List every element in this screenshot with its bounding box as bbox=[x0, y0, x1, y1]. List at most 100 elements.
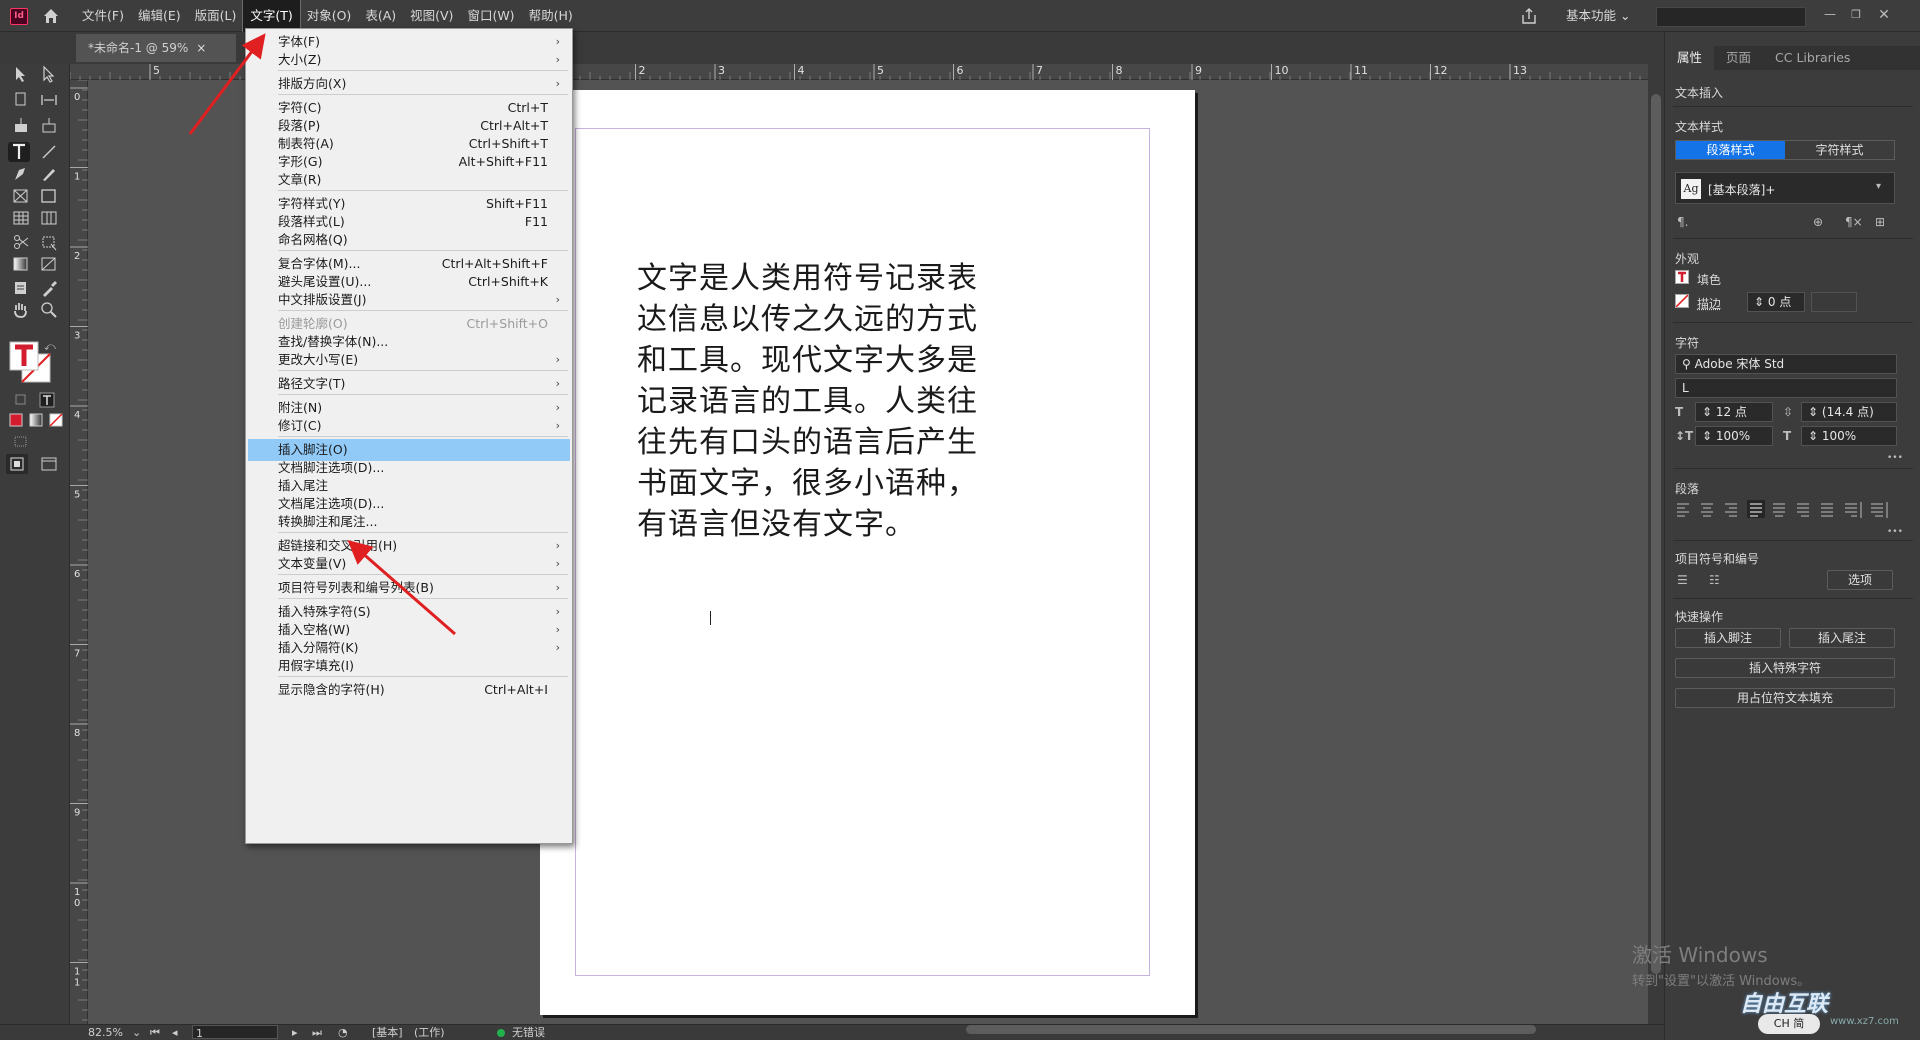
placeholder-fill-button[interactable]: 用占位符文本填充 bbox=[1675, 688, 1895, 708]
content-collector-icon[interactable] bbox=[10, 116, 32, 136]
menu-item[interactable]: 用假字填充(I) bbox=[248, 655, 570, 677]
share-icon[interactable] bbox=[1520, 7, 1538, 25]
menu-item[interactable]: 转换脚注和尾注... bbox=[248, 511, 570, 533]
close-window-icon[interactable]: ✕ bbox=[1876, 7, 1892, 23]
stroke-weight-field[interactable]: ⇕ 0 点 bbox=[1747, 292, 1805, 312]
text-frame[interactable]: 文字是人类用符号记录表 达信息以传之久远的方式 和工具。现代文字大多是 记录语言… bbox=[637, 258, 1057, 545]
close-icon[interactable]: × bbox=[196, 41, 206, 55]
gap-tool-icon[interactable] bbox=[38, 90, 60, 110]
free-transform-tool-icon[interactable] bbox=[38, 232, 60, 252]
hand-tool-icon[interactable] bbox=[10, 300, 32, 320]
formatting-container-icon[interactable] bbox=[10, 390, 32, 410]
menu-item[interactable]: 修订(C) › bbox=[248, 415, 570, 437]
eyedropper-tool-icon[interactable] bbox=[38, 278, 60, 298]
restore-icon[interactable]: ❐ bbox=[1848, 7, 1864, 23]
stepper-icon[interactable]: ⇕ bbox=[1808, 405, 1818, 419]
fill-swatch-icon[interactable] bbox=[1675, 270, 1689, 284]
menu-item[interactable]: 大小(Z) › bbox=[248, 49, 570, 71]
clear-overrides-icon[interactable]: ¶× bbox=[1845, 214, 1863, 230]
edit-contents-icon[interactable] bbox=[10, 432, 32, 452]
type-tool-icon[interactable] bbox=[8, 142, 30, 162]
apply-gradient-icon[interactable] bbox=[26, 410, 48, 430]
tab-properties[interactable]: 属性 bbox=[1665, 46, 1715, 70]
menu-layout[interactable]: 版面(L) bbox=[188, 0, 244, 32]
horizontal-scroll-thumb[interactable] bbox=[966, 1025, 1536, 1034]
formatting-text-icon[interactable] bbox=[36, 390, 58, 410]
ime-indicator[interactable]: CH 简 bbox=[1758, 1014, 1820, 1034]
vertical-scrollbar[interactable] bbox=[1648, 64, 1664, 1024]
selection-tool-icon[interactable] bbox=[10, 64, 32, 84]
paragraph-styles-toggle[interactable]: 段落样式 bbox=[1676, 141, 1785, 159]
preflight-errors[interactable]: 无错误 bbox=[512, 1025, 545, 1040]
pen-tool-icon[interactable] bbox=[10, 164, 32, 184]
menu-edit[interactable]: 编辑(E) bbox=[131, 0, 188, 32]
stroke-label[interactable]: 描边 bbox=[1697, 295, 1721, 312]
rectangle-frame-tool-icon[interactable] bbox=[10, 186, 32, 206]
font-family-select[interactable]: ⚲ Adobe 宋体 Std bbox=[1675, 354, 1897, 374]
menu-item[interactable]: 命名网格(Q) bbox=[248, 229, 570, 251]
font-size-field[interactable]: ⇕ 12 点 bbox=[1695, 402, 1773, 422]
menu-item[interactable]: 项目符号列表和编号列表(B) › bbox=[248, 577, 570, 599]
gradient-swatch-tool-icon[interactable] bbox=[10, 254, 32, 274]
numbered-list-icon[interactable]: ☷ bbox=[1709, 572, 1720, 588]
screen-mode-icon[interactable] bbox=[38, 454, 60, 474]
direct-selection-tool-icon[interactable] bbox=[38, 64, 60, 84]
zoom-level[interactable]: 82.5% bbox=[88, 1025, 123, 1040]
more-options-icon[interactable]: ••• bbox=[1887, 450, 1903, 466]
menu-item[interactable]: 更改大小写(E) › bbox=[248, 349, 570, 371]
vertical-ruler[interactable]: 01234567891011 bbox=[70, 79, 88, 1024]
stroke-type-select[interactable] bbox=[1811, 292, 1857, 312]
scissors-tool-icon[interactable] bbox=[10, 232, 32, 252]
menu-item[interactable]: 文章(R) bbox=[248, 169, 570, 191]
vertical-scroll-thumb[interactable] bbox=[1651, 94, 1661, 974]
line-tool-icon[interactable] bbox=[38, 142, 60, 162]
apply-none-icon[interactable] bbox=[46, 410, 68, 430]
menu-file[interactable]: 文件(F) bbox=[75, 0, 131, 32]
menu-item[interactable]: 排版方向(X) › bbox=[248, 73, 570, 95]
vertical-scale-field[interactable]: ⇕ 100% bbox=[1695, 426, 1773, 446]
document-tab[interactable]: *未命名-1 @ 59% × bbox=[76, 34, 236, 62]
rectangle-tool-icon[interactable] bbox=[38, 186, 60, 206]
gradient-feather-tool-icon[interactable] bbox=[38, 254, 60, 274]
character-styles-toggle[interactable]: 字符样式 bbox=[1785, 141, 1894, 159]
tab-cc-libraries[interactable]: CC Libraries bbox=[1763, 46, 1862, 70]
horizontal-grid-tool-icon[interactable] bbox=[10, 208, 32, 228]
first-page-icon[interactable]: ⏮ bbox=[150, 1025, 160, 1040]
tab-pages[interactable]: 页面 bbox=[1714, 46, 1763, 70]
stepper-icon[interactable]: ⇕ bbox=[1702, 429, 1712, 443]
apply-color-icon[interactable] bbox=[6, 410, 28, 430]
workspace-switcher[interactable]: 基本功能 ⌄ bbox=[1566, 0, 1630, 32]
pencil-tool-icon[interactable] bbox=[38, 164, 60, 184]
page-tool-icon[interactable] bbox=[10, 90, 32, 110]
bullets-options-button[interactable]: 选项 bbox=[1827, 570, 1893, 590]
stepper-icon[interactable]: ⇕ bbox=[1808, 429, 1818, 443]
horizontal-scale-field[interactable]: ⇕ 100% bbox=[1801, 426, 1897, 446]
insert-special-char-button[interactable]: 插入特殊字符 bbox=[1675, 658, 1895, 678]
menu-item[interactable]: 中文排版设置(J) › bbox=[248, 289, 570, 311]
previous-page-icon[interactable]: ◂ bbox=[172, 1025, 178, 1040]
next-page-icon[interactable]: ▸ bbox=[292, 1025, 298, 1040]
add-icon[interactable]: ⊞ bbox=[1875, 214, 1885, 230]
swap-fill-stroke-icon[interactable]: ⤺ bbox=[44, 340, 56, 354]
paragraph-style-select[interactable]: Ag [基本段落]+ ▾ bbox=[1675, 172, 1895, 204]
content-placer-icon[interactable] bbox=[38, 116, 60, 136]
menu-item[interactable]: 文本变量(V) › bbox=[248, 553, 570, 575]
insert-endnote-button[interactable]: 插入尾注 bbox=[1789, 628, 1895, 648]
last-page-icon[interactable]: ⏭ bbox=[312, 1025, 322, 1040]
preflight-icon[interactable]: ◔ bbox=[338, 1025, 348, 1040]
normal-view-icon[interactable] bbox=[6, 454, 28, 474]
note-tool-icon[interactable] bbox=[10, 278, 32, 298]
leading-field[interactable]: ⇕ (14.4 点) bbox=[1801, 402, 1897, 422]
home-icon[interactable] bbox=[42, 7, 60, 25]
bulleted-list-icon[interactable]: ☰ bbox=[1677, 572, 1688, 588]
page-number-field[interactable]: 1 bbox=[192, 1025, 278, 1040]
menu-item[interactable]: 显示隐含的字符(H) Ctrl+Alt+I bbox=[248, 679, 570, 701]
minimize-icon[interactable]: — bbox=[1822, 7, 1838, 23]
document-page[interactable]: 文字是人类用符号记录表 达信息以传之久远的方式 和工具。现代文字大多是 记录语言… bbox=[540, 90, 1195, 1015]
new-style-icon[interactable]: ⊕ bbox=[1813, 214, 1823, 230]
fill-stroke-swatch[interactable] bbox=[8, 340, 51, 383]
stepper-icon[interactable]: ⇕ bbox=[1754, 295, 1764, 309]
zoom-tool-icon[interactable] bbox=[38, 300, 60, 320]
menu-item[interactable]: 路径文字(T) › bbox=[248, 373, 570, 395]
search-input[interactable] bbox=[1656, 7, 1806, 27]
